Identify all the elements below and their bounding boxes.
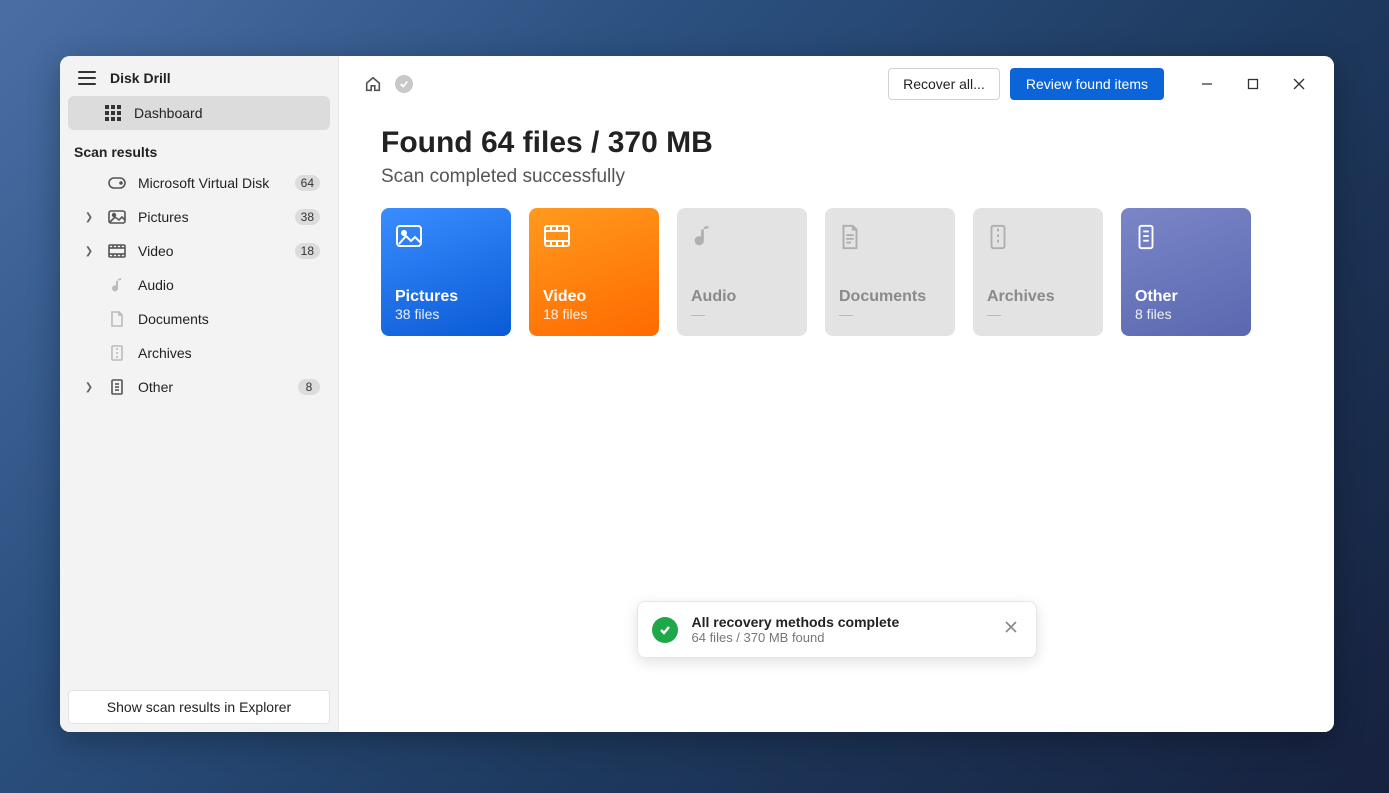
- card-title: Other: [1135, 288, 1237, 306]
- main-content: Found 64 files / 370 MB Scan completed s…: [339, 108, 1334, 354]
- sidebar-item-pictures[interactable]: ❯ Pictures 38: [68, 200, 330, 234]
- app-window: Disk Drill Dashboard Scan results Micros…: [60, 56, 1334, 732]
- document-icon: [839, 224, 867, 252]
- card-sub: —: [839, 306, 941, 322]
- other-file-icon: [1135, 224, 1163, 252]
- archive-icon: [108, 344, 126, 362]
- hamburger-icon[interactable]: [78, 71, 96, 85]
- main-area: Recover all... Review found items Found …: [339, 56, 1334, 732]
- sidebar-item-badge: 38: [295, 209, 320, 225]
- toast-title: All recovery methods complete: [692, 614, 986, 630]
- maximize-button[interactable]: [1230, 69, 1276, 99]
- card-title: Video: [543, 288, 645, 306]
- chevron-right-icon: ❯: [82, 212, 96, 223]
- card-sub: —: [987, 306, 1089, 322]
- sidebar-item-badge: 64: [295, 175, 320, 191]
- sidebar-item-label: Dashboard: [134, 105, 320, 121]
- sidebar-footer: Show scan results in Explorer: [60, 682, 338, 732]
- sidebar-item-label: Other: [138, 379, 286, 395]
- sidebar-item-dashboard[interactable]: Dashboard: [68, 96, 330, 130]
- sidebar-item-video[interactable]: ❯ Video 18: [68, 234, 330, 268]
- recover-all-button[interactable]: Recover all...: [888, 68, 1000, 100]
- minimize-button[interactable]: [1184, 69, 1230, 99]
- sidebar-item-other[interactable]: ❯ Other 8: [68, 370, 330, 404]
- card-sub: 18 files: [543, 306, 645, 322]
- sidebar-heading-scan-results: Scan results: [60, 130, 338, 166]
- sidebar-header: Disk Drill: [60, 56, 338, 96]
- sidebar-item-badge: 8: [298, 379, 320, 395]
- film-icon: [108, 242, 126, 260]
- card-pictures[interactable]: Pictures 38 files: [381, 208, 511, 336]
- show-in-explorer-button[interactable]: Show scan results in Explorer: [68, 690, 330, 724]
- chevron-right-icon: ❯: [82, 382, 96, 393]
- card-title: Audio: [691, 288, 793, 306]
- sidebar-item-label: Pictures: [138, 209, 283, 225]
- card-sub: —: [691, 306, 793, 322]
- home-icon[interactable]: [361, 72, 385, 96]
- other-file-icon: [108, 378, 126, 396]
- disk-icon: [108, 174, 126, 192]
- music-note-icon: [108, 276, 126, 294]
- review-found-items-button[interactable]: Review found items: [1010, 68, 1164, 100]
- app-title: Disk Drill: [110, 70, 171, 86]
- archive-icon: [987, 224, 1015, 252]
- sidebar-item-badge: 18: [295, 243, 320, 259]
- toast-close-button[interactable]: [1000, 616, 1022, 643]
- chevron-right-icon: ❯: [82, 246, 96, 257]
- card-title: Archives: [987, 288, 1089, 306]
- card-title: Pictures: [395, 288, 497, 306]
- music-note-icon: [691, 224, 719, 252]
- headline: Found 64 files / 370 MB: [381, 126, 1292, 160]
- card-title: Documents: [839, 288, 941, 306]
- sidebar: Disk Drill Dashboard Scan results Micros…: [60, 56, 339, 732]
- toolbar: Recover all... Review found items: [339, 56, 1334, 108]
- card-sub: 38 files: [395, 306, 497, 322]
- card-video[interactable]: Video 18 files: [529, 208, 659, 336]
- film-icon: [543, 224, 571, 252]
- sidebar-item-label: Documents: [138, 311, 320, 327]
- toast: All recovery methods complete 64 files /…: [637, 601, 1037, 658]
- card-documents: Documents —: [825, 208, 955, 336]
- sidebar-item-label: Microsoft Virtual Disk: [138, 175, 283, 191]
- window-controls: [1184, 69, 1322, 99]
- sidebar-item-label: Video: [138, 243, 283, 259]
- sidebar-item-archives[interactable]: Archives: [68, 336, 330, 370]
- card-archives: Archives —: [973, 208, 1103, 336]
- card-other[interactable]: Other 8 files: [1121, 208, 1251, 336]
- sidebar-item-label: Archives: [138, 345, 320, 361]
- check-circle-icon: [652, 617, 678, 643]
- document-icon: [108, 310, 126, 328]
- category-cards: Pictures 38 files Video 18 files: [381, 208, 1292, 336]
- sidebar-item-disk[interactable]: Microsoft Virtual Disk 64: [68, 166, 330, 200]
- card-audio: Audio —: [677, 208, 807, 336]
- image-icon: [395, 224, 423, 252]
- sidebar-item-audio[interactable]: Audio: [68, 268, 330, 302]
- grid-icon: [104, 104, 122, 122]
- card-sub: 8 files: [1135, 306, 1237, 322]
- subline: Scan completed successfully: [381, 166, 1292, 188]
- toast-sub: 64 files / 370 MB found: [692, 630, 986, 645]
- sidebar-section-results: Microsoft Virtual Disk 64 ❯ Pictures 38 …: [60, 166, 338, 404]
- checkmark-badge-icon[interactable]: [395, 75, 413, 93]
- sidebar-item-label: Audio: [138, 277, 320, 293]
- sidebar-item-documents[interactable]: Documents: [68, 302, 330, 336]
- sidebar-section-main: Dashboard: [60, 96, 338, 130]
- close-button[interactable]: [1276, 69, 1322, 99]
- image-icon: [108, 208, 126, 226]
